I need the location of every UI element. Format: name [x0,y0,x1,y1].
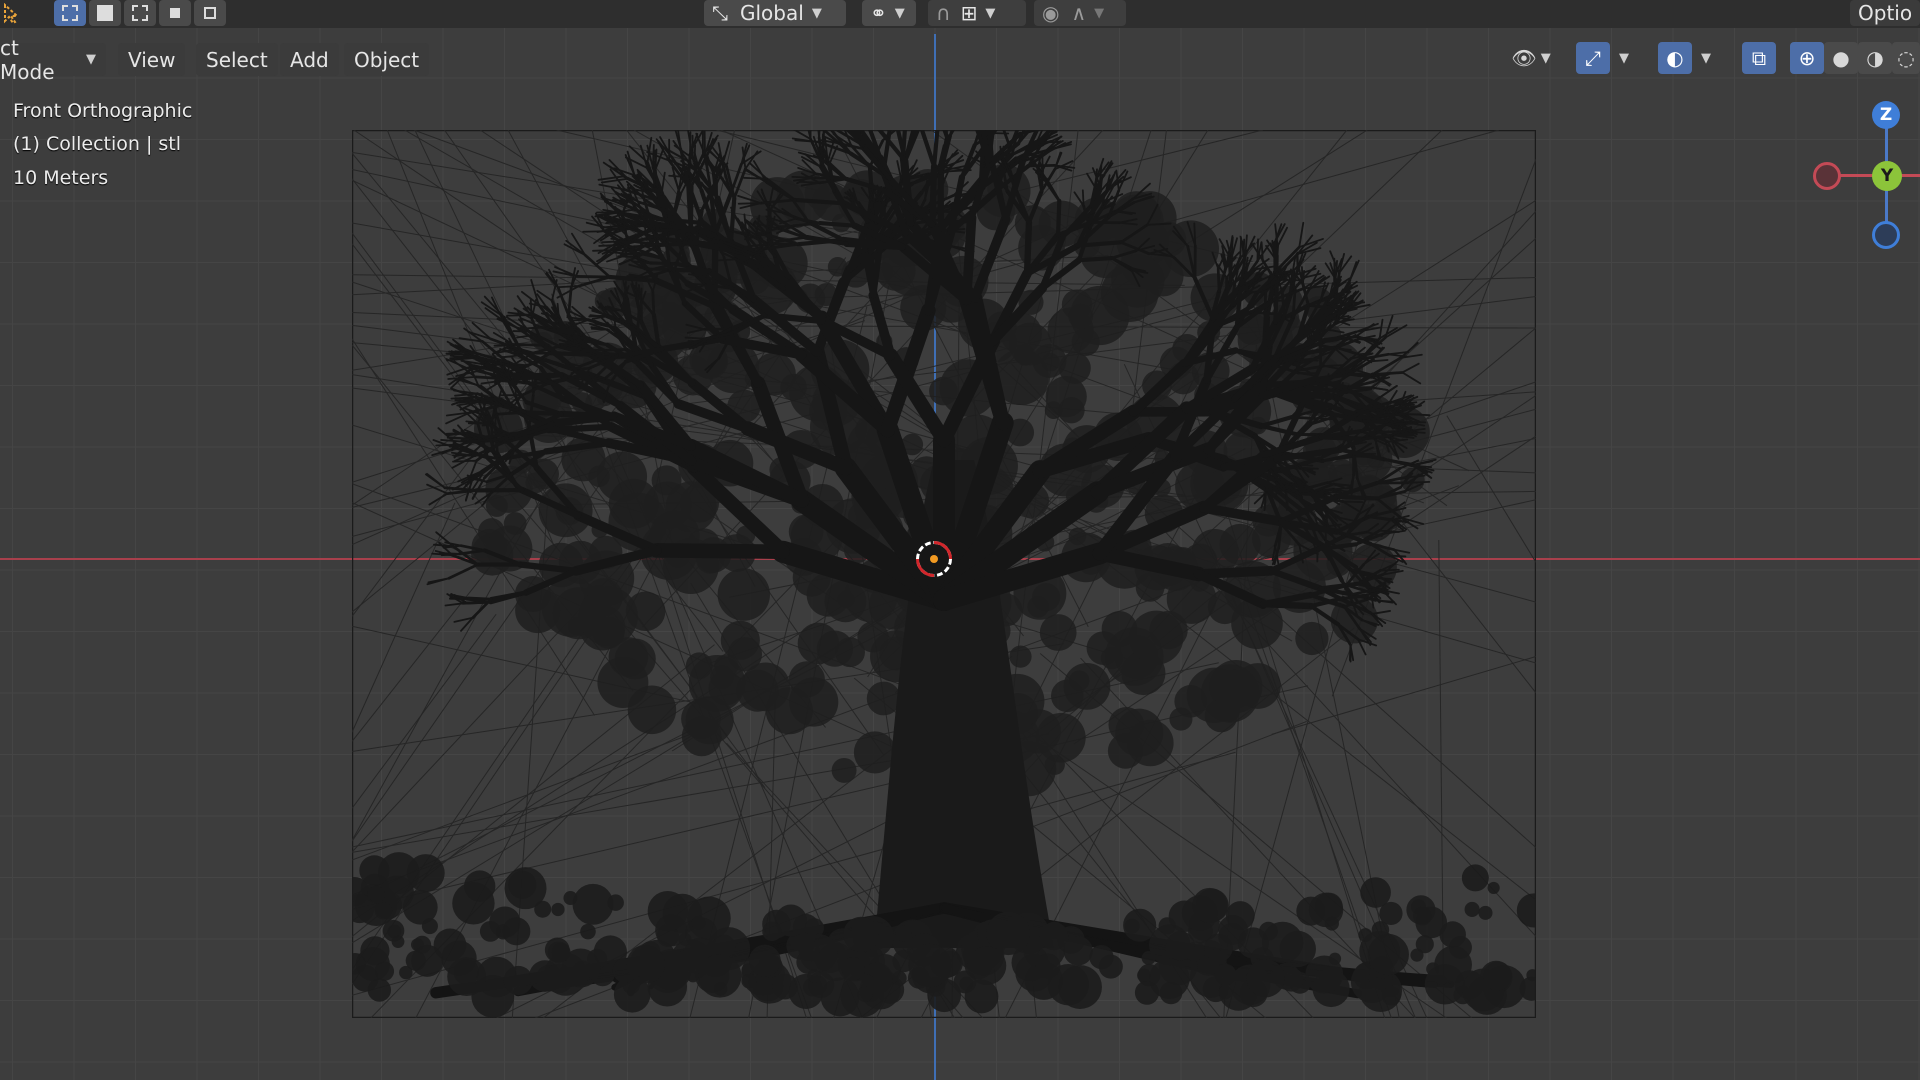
xray-icon[interactable]: ⧉ [1742,42,1776,74]
overlays-icon[interactable]: ◐ [1658,42,1692,74]
select-extend-icon[interactable] [89,0,121,26]
3d-viewport[interactable]: ⤡ Global ▼ ⚭ ▼ ∩ ⊞ ▼ ◉ ∧ ▼ Optio ct Mode… [0,0,1920,1080]
menu-add[interactable]: Add [280,43,339,76]
snap-magnet-icon: ∩ [936,1,951,25]
menu-select-label: Select [206,47,268,72]
object-mode-dropdown[interactable]: ct Mode ▼ [0,36,106,84]
collection-info: (1) Collection | stl [13,133,182,155]
options-button[interactable]: Optio [1850,0,1920,26]
pivot-point-dropdown[interactable]: ⚭ ▼ [862,0,916,26]
menu-object-label: Object [354,47,420,72]
transform-orientation-icon: ⤡ [712,1,728,25]
chevron-down-icon: ▼ [1094,5,1105,21]
transform-orientation-label: Global [740,1,804,25]
chevron-down-icon: ▼ [985,5,996,21]
menu-view-label: View [128,47,176,72]
select-box-icon[interactable] [54,0,86,26]
proportional-edit-group[interactable]: ◉ ∧ ▼ [1034,0,1126,26]
select-intersect-icon[interactable] [194,0,226,26]
transform-orientation-dropdown[interactable]: ⤡ Global ▼ [704,0,846,26]
gizmo-y-button[interactable]: Y [1872,161,1902,191]
menu-select[interactable]: Select [196,43,278,76]
pivot-point-icon: ⚭ [870,1,887,25]
material-shading-icon[interactable]: ◑ [1858,42,1892,74]
rendered-shading-icon[interactable]: ◌ [1892,42,1920,74]
select-invert-icon[interactable] [159,0,191,26]
object-origin [930,555,938,563]
chevron-down-icon: ▼ [1701,50,1711,66]
menu-object[interactable]: Object [344,43,430,76]
select-mode-group [54,0,229,26]
chevron-down-icon: ▼ [1540,50,1551,66]
select-subtract-icon[interactable] [124,0,156,26]
visibility-dropdown[interactable]: 👁 ▼ [1506,42,1556,74]
proportional-edit-icon: ◉ [1042,1,1060,25]
view-name: Front Orthographic [13,100,193,122]
options-label: Optio [1858,1,1913,25]
wireframe-shading-icon[interactable]: ⊕ [1790,42,1824,74]
chevron-down-icon: ▼ [811,5,822,21]
gizmo-dropdown[interactable]: ▼ [1612,42,1636,74]
menu-add-label: Add [290,47,329,72]
menu-view[interactable]: View [118,43,186,76]
gizmo-neg-z-button[interactable] [1872,221,1900,249]
eye-icon: 👁 [1511,46,1537,70]
gizmo-y-label: Y [1880,166,1894,186]
grid-scale: 10 Meters [13,167,109,189]
cursor-tool-icon[interactable] [0,0,28,28]
tree-mesh-object[interactable] [352,130,1536,1018]
chevron-down-icon: ▼ [1619,50,1629,66]
overlays-dropdown[interactable]: ▼ [1694,42,1718,74]
chevron-down-icon: ▼ [86,52,96,67]
falloff-curve-icon: ∧ [1071,1,1087,25]
gizmo-z-button[interactable]: Z [1872,101,1900,129]
snap-increment-icon: ⊞ [960,1,978,25]
gizmo-toggle-icon[interactable]: ⤢ [1576,42,1610,74]
gizmo-neg-x-button[interactable] [1813,162,1841,190]
mode-label: ct Mode [0,35,55,84]
solid-shading-icon[interactable]: ● [1824,42,1858,74]
snap-group[interactable]: ∩ ⊞ ▼ [928,0,1026,26]
gizmo-z-label: Z [1879,105,1893,125]
chevron-down-icon: ▼ [894,5,905,21]
